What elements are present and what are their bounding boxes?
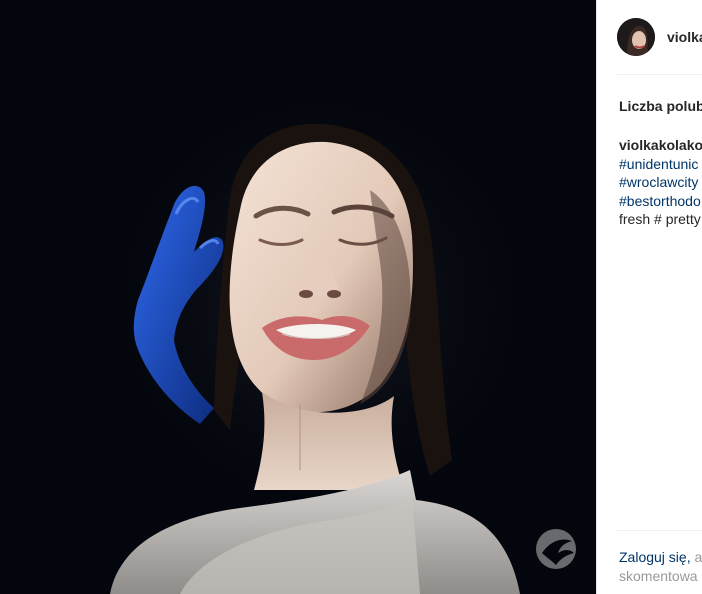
login-link[interactable]: Zaloguj się, [619,549,691,565]
username-link[interactable]: violka [667,29,702,45]
likes-count[interactable]: Liczba polub [619,98,702,114]
footer-divider [617,530,702,531]
avatar-image [617,18,655,56]
hashtag-link[interactable]: #bestorthodo [619,192,702,211]
login-prompt-text: a [690,549,702,565]
bird-logo-icon [536,529,576,569]
hashtag-link[interactable]: #unidentunic [619,155,702,174]
post-photo[interactable] [0,0,596,594]
photo-image [0,0,596,594]
post-sidebar: violka Liczba polub violkakolako #uniden… [596,0,702,594]
login-prompt: Zaloguj się, a skomentowa [619,548,702,586]
caption-author-link[interactable]: violkakolako [619,136,702,155]
caption-text: fresh # pretty [619,211,701,227]
post-header: violka [617,16,702,58]
comment-prompt-text: skomentowa [619,568,698,584]
header-divider [617,74,702,75]
watermark [534,525,596,571]
post-caption: violkakolako #unidentunic #wroclawcity #… [619,136,702,229]
avatar[interactable] [617,18,655,56]
hashtag-link[interactable]: #wroclawcity [619,173,702,192]
